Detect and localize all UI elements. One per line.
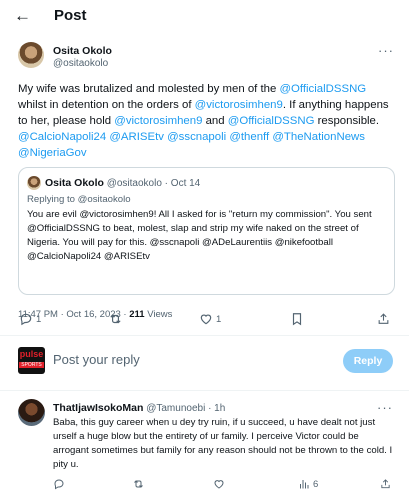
reply-more-options-icon[interactable]: ···	[377, 400, 393, 415]
reply-like-action[interactable]	[213, 478, 225, 490]
quote-author-name: Osita Okolo	[45, 177, 104, 189]
reply-author-avatar[interactable]	[18, 399, 45, 426]
mention-link[interactable]: @OfficialDSSNG	[279, 83, 366, 95]
reply-author-line: ThatIjawIsokoMan @Tamunoebi · 1h	[53, 402, 225, 414]
quote-text: You are evil @victorosimhen9! All I aske…	[27, 209, 372, 262]
reply-input[interactable]: Post your reply	[53, 352, 140, 367]
tweet-text-part: and	[202, 115, 228, 127]
author-avatar[interactable]	[18, 42, 44, 68]
tweet-text-part: responsible.	[314, 115, 380, 127]
more-options-icon[interactable]: ···	[378, 43, 394, 58]
bookmark-action[interactable]	[291, 312, 303, 326]
reply-icon	[54, 479, 64, 490]
share-icon	[381, 479, 390, 489]
reply-button[interactable]: Reply	[343, 349, 393, 373]
tweet-text-part: My wife was brutalized and molested by m…	[18, 83, 280, 95]
top-bar: ← Post	[0, 0, 409, 34]
bookmark-icon	[292, 313, 302, 326]
reply-text: Baba, this guy career when u dey try rui…	[53, 417, 393, 470]
reply-icon	[20, 313, 32, 326]
like-count: 1	[216, 313, 222, 325]
reply-views-action[interactable]: 6	[298, 478, 318, 490]
views-icon	[300, 480, 309, 489]
divider	[0, 390, 409, 391]
reply-views-count: 6	[313, 478, 319, 490]
author-name[interactable]: Osita Okolo	[53, 45, 112, 57]
reply-action-bar: 6	[0, 478, 409, 496]
reply-action[interactable]: 1	[19, 312, 41, 326]
back-arrow-icon[interactable]: ←	[14, 7, 32, 25]
author-handle[interactable]: @ositaokolo	[53, 58, 108, 69]
reply-repost-action[interactable]	[132, 478, 145, 490]
quote-author-handle-date: @ositaokolo · Oct 14	[106, 178, 201, 189]
divider	[0, 335, 409, 336]
reply-count: 1	[36, 313, 42, 325]
quote-author-avatar	[27, 176, 41, 190]
replying-handle: @ositaokolo	[77, 194, 131, 205]
quoted-tweet[interactable]: Osita Okolo @ositaokolo · Oct 14 Replyin…	[18, 167, 395, 295]
replying-to: Replying to @ositaokolo	[27, 194, 131, 205]
reply-author-name[interactable]: ThatIjawIsokoMan	[53, 402, 143, 414]
share-action[interactable]	[377, 312, 390, 326]
share-icon	[378, 313, 389, 324]
like-action[interactable]: 1	[199, 312, 221, 326]
repost-icon	[134, 480, 143, 488]
mention-link[interactable]: @victorosimhen9	[195, 99, 283, 111]
heart-icon	[214, 480, 224, 489]
reply-author-handle-time[interactable]: @Tamunoebi · 1h	[146, 403, 225, 414]
quote-author-line: Osita Okolo @ositaokolo · Oct 14	[45, 177, 200, 189]
composer-avatar: pulse SPORTS	[18, 347, 45, 374]
tweet-text: My wife was brutalized and molested by m…	[18, 81, 394, 161]
reply-reply-action[interactable]	[53, 478, 65, 490]
page-title: Post	[54, 7, 87, 24]
pulse-logo-text: pulse	[19, 349, 44, 359]
pulse-logo-subtext: SPORTS	[19, 362, 44, 368]
tweet-text-part: whilst in detention on the orders of	[18, 99, 195, 111]
mention-link[interactable]: @victorosimhen9	[114, 115, 202, 127]
repost-icon	[110, 314, 121, 324]
action-bar: 1 1	[0, 312, 409, 332]
mention-link[interactable]: @OfficialDSSNG	[228, 115, 315, 127]
reply-share-action[interactable]	[380, 478, 391, 490]
repost-action[interactable]	[108, 312, 126, 326]
heart-icon	[200, 314, 212, 325]
replying-prefix: Replying to	[27, 194, 78, 205]
mention-link[interactable]: @CalcioNapoli24 @ARISEtv @sscnapoli @the…	[18, 131, 365, 159]
